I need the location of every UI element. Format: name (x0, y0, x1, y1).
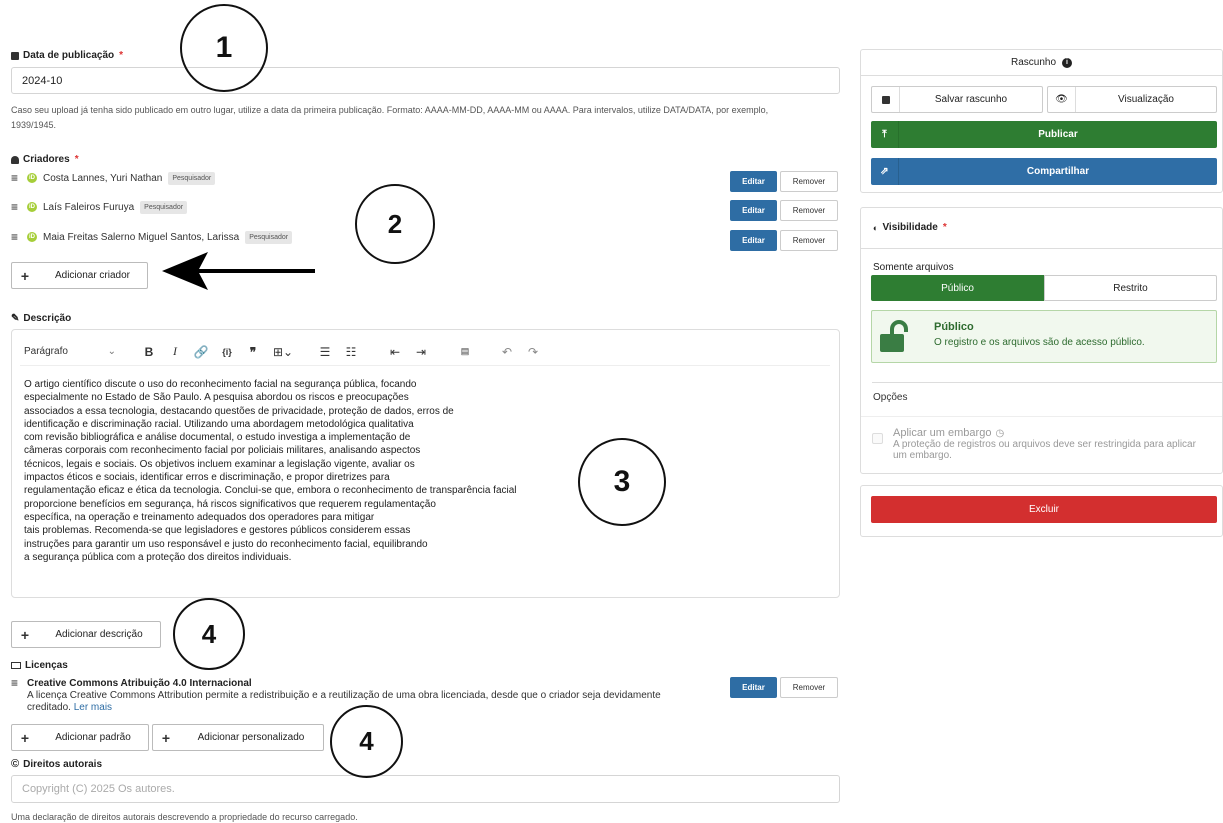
embargo-option: Aplicar um embargo ◷ A proteção de regis… (893, 427, 1196, 462)
editor-toolbar: Parágrafo ⌄ B I 🔗 {i} ❞ ⊞⌄ ☰ ☷ ⇤ ⇥ ▤ ↶ ↷ (20, 338, 830, 366)
orcid-icon: iD (27, 232, 37, 242)
save-draft-button[interactable]: Salvar rascunho (871, 86, 1043, 113)
clock-icon: ◷ (995, 428, 1005, 439)
copyright-input[interactable]: Copyright (C) 2025 Os autores. (11, 775, 840, 803)
copyright-label: © Direitos autorais (11, 758, 103, 770)
share-button[interactable]: ⇗ Compartilhar (871, 158, 1217, 185)
annotation-circle-2: 2 (355, 184, 435, 264)
code-icon[interactable]: {i} (214, 347, 240, 357)
public-info-box: Público O registro e os arquivos são de … (871, 310, 1217, 363)
annotation-circle-3: 3 (578, 438, 666, 526)
public-info-title: Público (934, 321, 974, 333)
add-creator-button[interactable]: + Adicionar criador (11, 262, 148, 289)
edit-creator-button[interactable]: Editar (730, 171, 777, 192)
calendar-icon (11, 51, 19, 60)
shield-icon: ◐ (873, 222, 879, 233)
format-select[interactable]: Parágrafo ⌄ (20, 346, 120, 357)
plus-icon: + (20, 267, 30, 284)
creator-name: Costa Lannes, Yuri Nathan (43, 172, 163, 184)
add-standard-license-button[interactable]: + Adicionar padrão (11, 724, 149, 751)
pencil-icon: ✎ (11, 313, 20, 324)
remove-creator-button[interactable]: Remover (780, 230, 838, 251)
remove-creator-button[interactable]: Remover (780, 171, 838, 192)
remove-license-button[interactable]: Remover (780, 677, 838, 698)
remove-creator-button[interactable]: Remover (780, 200, 838, 221)
bullet-list-icon[interactable]: ☰ (312, 345, 338, 359)
bold-icon[interactable]: B (136, 345, 162, 359)
table-icon[interactable]: ⊞⌄ (266, 345, 300, 359)
license-title: Creative Commons Atribuição 4.0 Internac… (27, 677, 252, 689)
creator-name: Laís Faleiros Furuya (43, 201, 135, 213)
upload-icon: ⤒ (871, 121, 899, 148)
remove-format-icon[interactable]: ▤ (452, 346, 478, 357)
creators-label: Criadores * (11, 154, 79, 165)
save-icon (872, 87, 900, 112)
restricted-tab[interactable]: Restrito (1044, 275, 1217, 301)
info-icon[interactable]: i (1062, 57, 1073, 68)
options-label: Opções (873, 392, 908, 403)
edit-creator-button[interactable]: Editar (730, 230, 777, 251)
publication-date-label: Data de publicação * (11, 50, 123, 61)
chevron-down-icon: ⌄ (107, 346, 116, 357)
plus-icon: + (20, 626, 30, 643)
eye-icon: 👁 (1048, 87, 1076, 112)
license-icon (11, 662, 21, 669)
drag-handle-icon[interactable]: ≡ (11, 200, 21, 214)
share-icon: ⇗ (871, 158, 899, 185)
indent-icon[interactable]: ⇥ (408, 345, 434, 359)
publish-button[interactable]: ⤒ Publicar (871, 121, 1217, 148)
edit-license-button[interactable]: Editar (730, 677, 777, 698)
orcid-icon: iD (27, 173, 37, 183)
drag-handle-icon[interactable]: ≡ (11, 230, 21, 244)
publication-date-input[interactable]: 2024-10 (11, 67, 840, 94)
annotation-circle-4b: 4 (330, 705, 403, 778)
orcid-icon: iD (27, 202, 37, 212)
status-text: Rascunho (1010, 57, 1057, 68)
licenses-label: Licenças (11, 660, 68, 671)
add-custom-license-button[interactable]: + Adicionar personalizado (152, 724, 324, 751)
quote-icon[interactable]: ❞ (240, 345, 266, 359)
public-info-desc: O registro e os arquivos são de acesso p… (934, 337, 1145, 348)
description-text[interactable]: O artigo científico discute o uso do rec… (24, 378, 584, 564)
creator-row: ≡ iD Costa Lannes, Yuri Nathan Pesquisad… (11, 171, 216, 185)
creator-role-badge: Pesquisador (168, 171, 216, 185)
annotation-circle-4: 4 (173, 598, 245, 670)
undo-icon[interactable]: ↶ (494, 345, 520, 359)
redo-icon[interactable]: ↷ (520, 345, 546, 359)
italic-icon[interactable]: I (162, 344, 188, 359)
plus-icon: + (20, 729, 30, 746)
annotation-circle-1: 1 (180, 4, 268, 92)
visibility-label: ◐ Visibilidade * (873, 222, 947, 233)
status-header: Rascunho i (861, 50, 1222, 76)
numbered-list-icon[interactable]: ☷ (338, 345, 364, 359)
preview-button[interactable]: 👁 Visualização (1047, 86, 1217, 113)
creator-row: ≡ iD Laís Faleiros Furuya Pesquisador (11, 200, 188, 214)
copyright-help: Uma declaração de direitos autorais desc… (11, 812, 358, 822)
plus-icon: + (161, 729, 171, 746)
copyright-icon: © (11, 758, 20, 770)
unlock-icon (880, 320, 908, 352)
user-icon (11, 155, 19, 164)
description-editor[interactable]: Parágrafo ⌄ B I 🔗 {i} ❞ ⊞⌄ ☰ ☷ ⇤ ⇥ ▤ ↶ ↷… (11, 329, 840, 598)
description-label: ✎ Descrição (11, 313, 72, 324)
creator-role-badge: Pesquisador (245, 230, 293, 244)
files-only-label: Somente arquivos (873, 262, 954, 273)
drag-handle-icon[interactable]: ≡ (11, 676, 21, 690)
public-tab[interactable]: Público (871, 275, 1044, 301)
link-icon[interactable]: 🔗 (188, 345, 214, 359)
creator-name: Maia Freitas Salerno Miguel Santos, Lari… (43, 231, 240, 243)
embargo-checkbox[interactable] (872, 433, 883, 444)
creator-role-badge: Pesquisador (140, 200, 188, 214)
delete-button[interactable]: Excluir (871, 496, 1217, 523)
edit-creator-button[interactable]: Editar (730, 200, 777, 221)
arrow-annotation (162, 252, 315, 290)
add-description-button[interactable]: + Adicionar descrição (11, 621, 161, 648)
publication-date-help: Caso seu upload já tenha sido publicado … (11, 105, 769, 130)
creator-row: ≡ iD Maia Freitas Salerno Miguel Santos,… (11, 230, 293, 244)
drag-handle-icon[interactable]: ≡ (11, 171, 21, 185)
read-more-link[interactable]: Ler mais (74, 702, 112, 713)
outdent-icon[interactable]: ⇤ (382, 345, 408, 359)
